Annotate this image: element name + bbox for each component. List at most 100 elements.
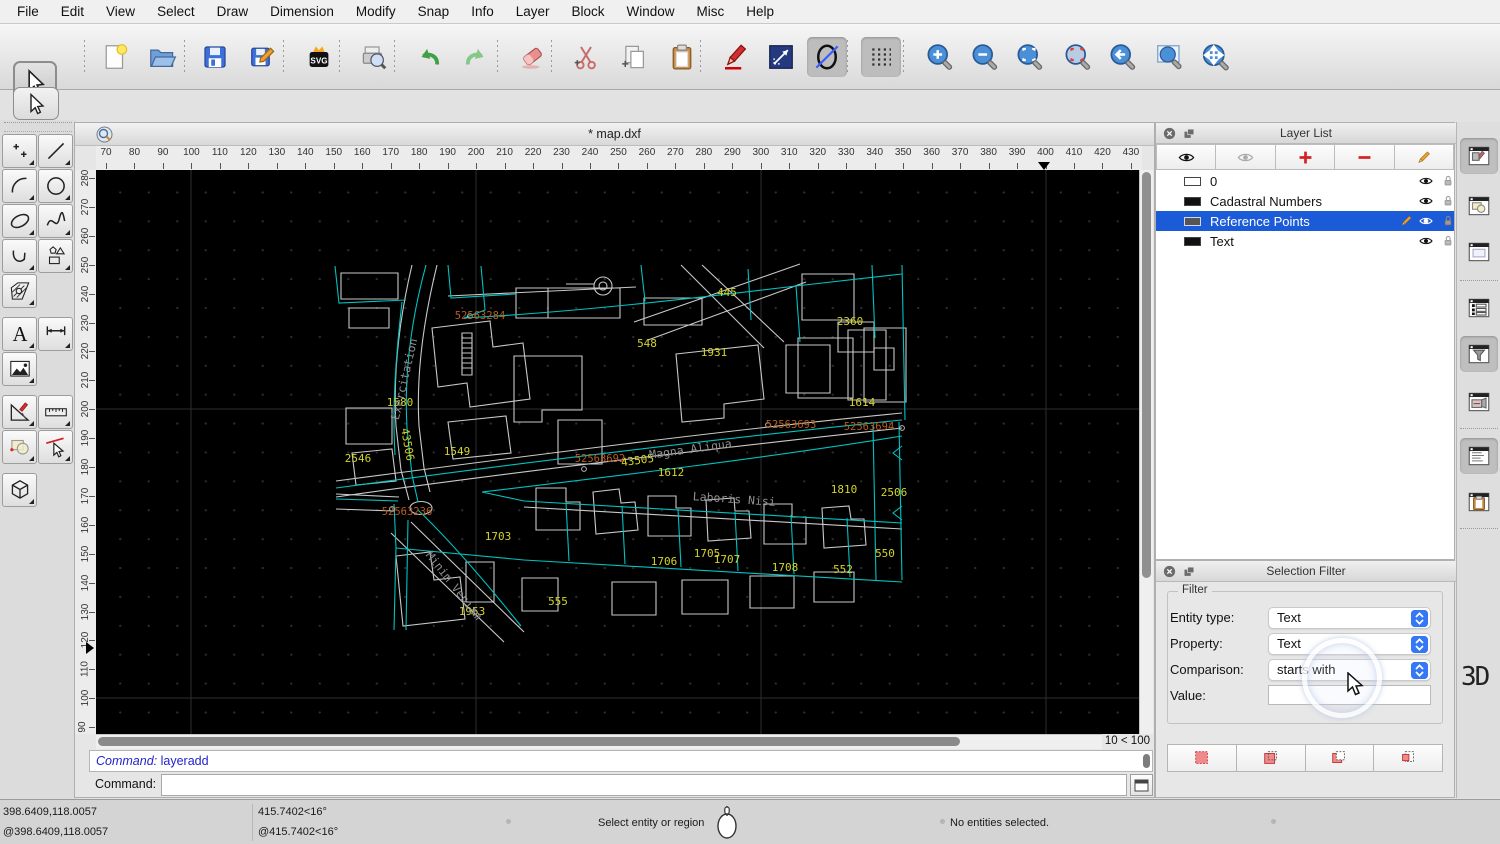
menu-select[interactable]: Select bbox=[146, 0, 206, 24]
select-tool[interactable] bbox=[38, 430, 73, 464]
filter-select-property[interactable]: Text bbox=[1268, 633, 1431, 655]
layer-row-0[interactable]: 0 bbox=[1156, 171, 1454, 191]
filter-remove-selection-button[interactable] bbox=[1306, 744, 1375, 772]
vertical-scrollbar-thumb[interactable] bbox=[1142, 172, 1151, 578]
print-preview-button[interactable] bbox=[354, 37, 394, 77]
zoom-selection-button[interactable] bbox=[1057, 37, 1097, 77]
menu-block[interactable]: Block bbox=[561, 0, 616, 24]
save-as-button[interactable] bbox=[243, 37, 283, 77]
draft-mode-button[interactable] bbox=[807, 37, 847, 77]
shape-tool[interactable] bbox=[38, 239, 73, 273]
block-tool[interactable] bbox=[2, 430, 37, 464]
line-settings-button[interactable] bbox=[761, 37, 801, 77]
zoom-pan-button[interactable] bbox=[1195, 37, 1235, 77]
layer-row-text[interactable]: Text bbox=[1156, 231, 1454, 251]
dock-view-list-button[interactable] bbox=[1460, 290, 1498, 326]
command-input[interactable] bbox=[161, 774, 1127, 796]
measure-tool[interactable] bbox=[38, 395, 73, 429]
menu-help[interactable]: Help bbox=[735, 0, 785, 24]
menu-dimension[interactable]: Dimension bbox=[259, 0, 345, 24]
zoom-previous-button[interactable] bbox=[1102, 37, 1142, 77]
zoom-window-button[interactable] bbox=[1149, 37, 1189, 77]
command-window-button[interactable] bbox=[1130, 774, 1153, 796]
filter-select-comparison[interactable]: starts with bbox=[1268, 659, 1431, 681]
dock-selection-filter-button[interactable] bbox=[1460, 336, 1498, 372]
layer-lock-icon[interactable] bbox=[1440, 193, 1456, 209]
command-history[interactable]: Command: layeradd bbox=[89, 750, 1153, 772]
layer-hide-all-button[interactable] bbox=[1216, 144, 1275, 170]
filter-select-entitytype[interactable]: Text bbox=[1268, 607, 1431, 629]
palette-drag-handle[interactable] bbox=[4, 122, 72, 132]
horizontal-scrollbar[interactable] bbox=[96, 734, 1102, 749]
polyline-tool[interactable] bbox=[2, 239, 37, 273]
points-tool[interactable] bbox=[2, 134, 37, 168]
menu-draw[interactable]: Draw bbox=[206, 0, 260, 24]
select-arrow-secondary-button[interactable] bbox=[13, 87, 59, 120]
line-tool[interactable] bbox=[38, 134, 73, 168]
layer-row-reference-points[interactable]: Reference Points bbox=[1156, 211, 1454, 231]
image-tool[interactable] bbox=[2, 352, 37, 386]
undo-button[interactable] bbox=[409, 37, 449, 77]
layer-add-button[interactable] bbox=[1276, 144, 1335, 170]
command-history-scrollbar[interactable] bbox=[1143, 754, 1150, 768]
stepper-icon[interactable] bbox=[1411, 662, 1428, 679]
layer-row-cadastral-numbers[interactable]: Cadastral Numbers bbox=[1156, 191, 1454, 211]
layer-lock-icon[interactable] bbox=[1440, 173, 1456, 189]
menu-snap[interactable]: Snap bbox=[407, 0, 461, 24]
dock-block-list-button[interactable] bbox=[1460, 188, 1498, 224]
cut-button[interactable] bbox=[566, 37, 606, 77]
spline-tool[interactable] bbox=[38, 204, 73, 238]
dock-clipboard-button[interactable] bbox=[1460, 484, 1498, 520]
layer-edit-button[interactable] bbox=[1395, 144, 1454, 170]
filter-add-selection-button[interactable] bbox=[1237, 744, 1306, 772]
layer-show-all-button[interactable] bbox=[1156, 144, 1216, 170]
layer-remove-button[interactable] bbox=[1335, 144, 1394, 170]
menu-misc[interactable]: Misc bbox=[686, 0, 736, 24]
menu-view[interactable]: View bbox=[95, 0, 146, 24]
dock-command-line-button[interactable] bbox=[1460, 438, 1498, 474]
circle-tool[interactable] bbox=[38, 169, 73, 203]
drawing-canvas[interactable]: 4452360548193116141580254615494350543506… bbox=[96, 170, 1140, 734]
stepper-icon[interactable] bbox=[1411, 610, 1428, 627]
dock-3d-label[interactable]: 3D bbox=[1461, 662, 1499, 692]
paste-button[interactable] bbox=[662, 37, 702, 77]
layer-visibility-icon[interactable] bbox=[1418, 213, 1434, 229]
horizontal-scrollbar-thumb[interactable] bbox=[98, 737, 960, 746]
layer-visibility-icon[interactable] bbox=[1418, 173, 1434, 189]
grid-toggle-button[interactable] bbox=[861, 37, 901, 77]
dimension-tool[interactable] bbox=[38, 317, 73, 351]
pencil-icon[interactable] bbox=[1398, 213, 1414, 229]
drawing-titlebar[interactable]: * map.dxf bbox=[75, 123, 1154, 146]
copy-button[interactable] bbox=[614, 37, 654, 77]
layer-visibility-icon[interactable] bbox=[1418, 193, 1434, 209]
save-button[interactable] bbox=[195, 37, 235, 77]
menu-edit[interactable]: Edit bbox=[50, 0, 95, 24]
redo-button[interactable] bbox=[456, 37, 496, 77]
zoom-auto-button[interactable] bbox=[1009, 37, 1049, 77]
menu-info[interactable]: Info bbox=[460, 0, 505, 24]
layer-visibility-icon[interactable] bbox=[1418, 233, 1434, 249]
menu-window[interactable]: Window bbox=[616, 0, 686, 24]
draw-pen-button[interactable] bbox=[715, 37, 755, 77]
layer-lock-icon[interactable] bbox=[1440, 213, 1456, 229]
dock-property-editor-button[interactable] bbox=[1460, 138, 1498, 174]
modify-tool[interactable] bbox=[2, 395, 37, 429]
filter-select-all-button[interactable] bbox=[1167, 744, 1237, 772]
stepper-icon[interactable] bbox=[1411, 636, 1428, 653]
ellipse-tool[interactable] bbox=[2, 204, 37, 238]
zoom-out-button[interactable] bbox=[964, 37, 1004, 77]
hatch-tool[interactable] bbox=[2, 274, 37, 308]
filter-value-input[interactable] bbox=[1268, 685, 1431, 705]
filter-select-within-button[interactable] bbox=[1374, 744, 1443, 772]
dock-tool-options-button[interactable] bbox=[1460, 384, 1498, 420]
menu-modify[interactable]: Modify bbox=[345, 0, 407, 24]
solid-3d-tool[interactable] bbox=[2, 473, 37, 507]
open-file-button[interactable] bbox=[142, 37, 182, 77]
dock-library-browser-button[interactable] bbox=[1460, 234, 1498, 270]
menu-layer[interactable]: Layer bbox=[505, 0, 561, 24]
delete-button[interactable] bbox=[512, 37, 552, 77]
svg-export-button[interactable]: SVG bbox=[299, 37, 339, 77]
arc-tool[interactable] bbox=[2, 169, 37, 203]
layer-lock-icon[interactable] bbox=[1440, 233, 1456, 249]
vertical-scrollbar[interactable] bbox=[1139, 170, 1153, 734]
